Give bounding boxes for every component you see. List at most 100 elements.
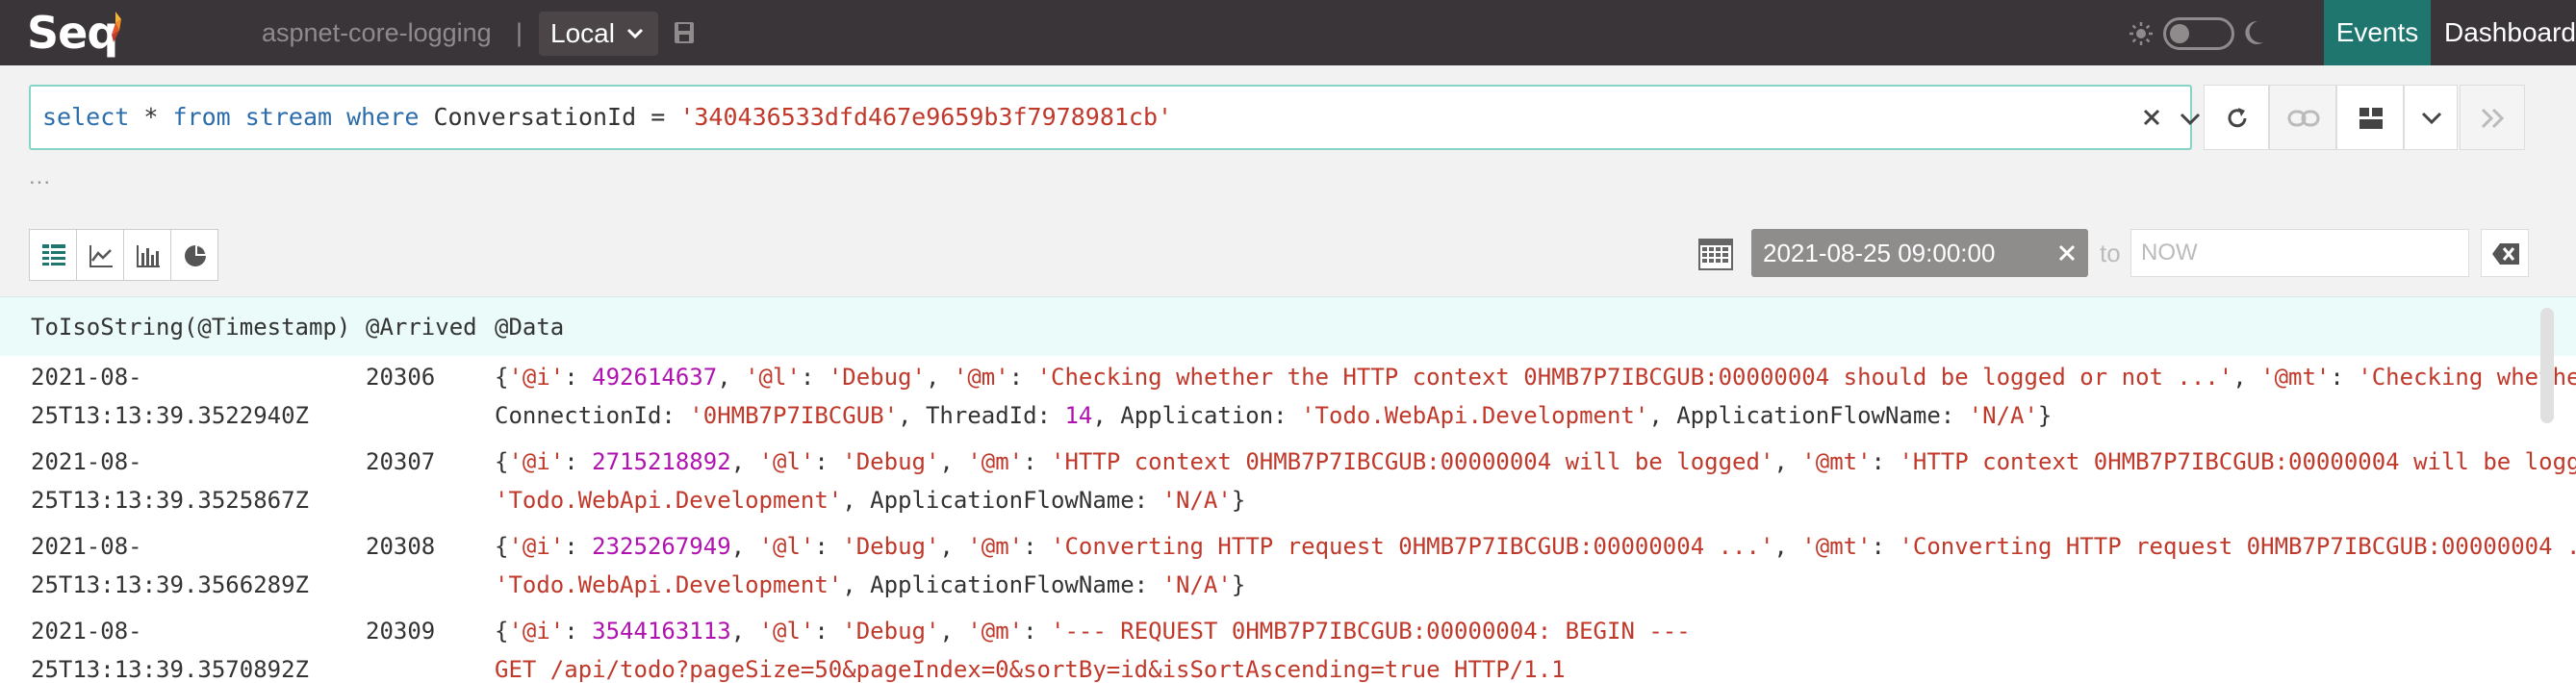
chevron-down-icon[interactable] bbox=[2179, 108, 2202, 129]
data-token: 'HTTP context 0HMB7P7IBCGUB:00000004 wil… bbox=[1051, 448, 1774, 475]
timestamp-line: 2021-08- bbox=[31, 448, 142, 475]
query-token: where bbox=[346, 103, 420, 131]
arrived-cell: 20307 bbox=[366, 448, 436, 475]
data-line: GET /api/todo?pageSize=50&pageIndex=0&so… bbox=[495, 650, 1691, 683]
save-icon[interactable] bbox=[674, 21, 695, 44]
data-token: , ApplicationFlowName: bbox=[842, 487, 1162, 514]
data-token: 'Converting HTTP request 0HMB7P7IBCGUB:0… bbox=[1899, 533, 2576, 560]
column-header-timestamp[interactable]: ToIsoString(@Timestamp) bbox=[31, 297, 350, 357]
data-cell: {'@i': 492614637, '@l': 'Debug', '@m': '… bbox=[495, 358, 2576, 435]
data-token: GET /api/todo?pageSize=50&pageIndex=0&so… bbox=[495, 656, 1566, 683]
data-token: : bbox=[564, 618, 593, 645]
link-icon bbox=[2287, 110, 2320, 127]
query-token bbox=[231, 103, 245, 131]
query-text: select * from stream where ConversationI… bbox=[42, 87, 1172, 148]
table-row[interactable]: 2021-08- 25T13:13:39.3566289Z 20308 {'@i': … bbox=[0, 525, 2576, 610]
results-header: ToIsoString(@Timestamp) @Arrived @Data bbox=[0, 296, 2576, 356]
layout-button[interactable] bbox=[2336, 85, 2404, 150]
data-token: 'Debug' bbox=[842, 533, 940, 560]
data-token: } bbox=[1231, 487, 1246, 514]
column-header-arrived[interactable]: @Arrived bbox=[366, 297, 477, 357]
data-token: { bbox=[495, 448, 509, 475]
table-row[interactable]: 2021-08- 25T13:13:39.3570892Z 20309 {'@i': … bbox=[0, 610, 2576, 683]
data-token: 'Todo.WebApi.Development' bbox=[495, 487, 843, 514]
data-token: 2325267949 bbox=[592, 533, 731, 560]
environment-select[interactable]: Local bbox=[539, 12, 658, 56]
date-to-label: to bbox=[2100, 239, 2121, 267]
data-token: , bbox=[939, 618, 968, 645]
double-chevron-right-icon bbox=[2481, 108, 2505, 129]
search-input[interactable]: select * from stream where ConversationI… bbox=[29, 85, 2201, 150]
view-bar-chart-button[interactable] bbox=[123, 229, 171, 281]
data-token: : bbox=[1023, 618, 1052, 645]
data-token: , bbox=[925, 364, 954, 391]
data-token: : bbox=[564, 364, 593, 391]
timestamp-line: 2021-08- bbox=[31, 364, 142, 391]
data-token: , bbox=[1773, 448, 1802, 475]
table-icon bbox=[42, 244, 65, 266]
timestamp-cell: 2021-08- 25T13:13:39.3566289Z bbox=[31, 527, 358, 604]
data-token: 'Todo.WebApi.Development' bbox=[495, 571, 843, 598]
view-table-button[interactable] bbox=[29, 229, 77, 281]
data-token: '0HMB7P7IBCGUB' bbox=[689, 402, 899, 429]
pie-chart-icon bbox=[185, 245, 206, 266]
data-token: 492614637 bbox=[592, 364, 718, 391]
data-token: '@i' bbox=[508, 448, 565, 475]
table-row[interactable]: 2021-08- 25T13:13:39.3522940Z 20306 {'@i': … bbox=[0, 356, 2576, 441]
data-token: : bbox=[1871, 448, 1900, 475]
expand-panel-button[interactable] bbox=[2460, 85, 2525, 150]
nav-dashboards[interactable]: Dashboards bbox=[2444, 0, 2576, 65]
timestamp-line: 25T13:13:39.3525867Z bbox=[31, 487, 309, 514]
data-token: 'N/A' bbox=[1161, 487, 1232, 514]
clear-query-icon[interactable] bbox=[2140, 106, 2163, 129]
data-token: '--- REQUEST 0HMB7P7IBCGUB:00000004: BEG… bbox=[1051, 618, 1691, 645]
layout-options-button[interactable] bbox=[2404, 85, 2458, 150]
scrollbar[interactable] bbox=[2540, 308, 2554, 423]
data-token: 'Debug' bbox=[842, 618, 940, 645]
arrived-cell: 20306 bbox=[366, 364, 436, 391]
table-row[interactable]: 2021-08- 25T13:13:39.3525867Z 20307 {'@i': … bbox=[0, 441, 2576, 525]
date-to-input[interactable] bbox=[2141, 230, 2459, 276]
data-token: , bbox=[717, 364, 746, 391]
view-mode-toolbar bbox=[29, 229, 218, 281]
data-token: 'Debug' bbox=[842, 448, 940, 475]
data-token: : bbox=[814, 618, 843, 645]
chevron-down-icon bbox=[626, 28, 643, 39]
calendar-icon[interactable] bbox=[1697, 237, 1734, 271]
query-token: * bbox=[129, 103, 173, 131]
timestamp-line: 25T13:13:39.3522940Z bbox=[31, 402, 309, 429]
refresh-button[interactable] bbox=[2204, 85, 2269, 150]
data-line: {'@i': 492614637, '@l': 'Debug', '@m': '… bbox=[495, 358, 2576, 396]
column-header-data[interactable]: @Data bbox=[495, 297, 564, 357]
data-token: , bbox=[2232, 364, 2261, 391]
theme-toggle[interactable] bbox=[2163, 17, 2234, 50]
data-token: , bbox=[730, 618, 759, 645]
close-icon[interactable] bbox=[2057, 243, 2077, 263]
data-token: : bbox=[2330, 364, 2359, 391]
data-line: ConnectionId: '0HMB7P7IBCGUB', ThreadId:… bbox=[495, 396, 2576, 435]
data-token: , bbox=[730, 448, 759, 475]
query-token: from bbox=[172, 103, 231, 131]
data-token: , bbox=[1773, 533, 1802, 560]
data-token: '@m' bbox=[953, 364, 1009, 391]
clear-date-button[interactable] bbox=[2481, 229, 2529, 277]
flame-icon bbox=[112, 12, 121, 42]
date-from-field[interactable]: 2021-08-25 09:00:00 bbox=[1751, 229, 2088, 277]
data-token: : bbox=[1023, 533, 1052, 560]
view-pie-chart-button[interactable] bbox=[170, 229, 218, 281]
data-token: '@i' bbox=[508, 533, 565, 560]
nav-events[interactable]: Events bbox=[2324, 0, 2431, 65]
data-token: '@l' bbox=[758, 533, 815, 560]
layout-icon bbox=[2359, 108, 2383, 129]
query-ellipsis[interactable]: ... bbox=[29, 164, 51, 190]
data-token: : bbox=[814, 533, 843, 560]
data-cell: {'@i': 3544163113, '@l': 'Debug', '@m': … bbox=[495, 612, 1691, 683]
view-line-chart-button[interactable] bbox=[76, 229, 124, 281]
data-token: , ApplicationFlowName: bbox=[842, 571, 1162, 598]
data-token: : bbox=[800, 364, 829, 391]
data-token: '@i' bbox=[508, 364, 565, 391]
date-to-field[interactable] bbox=[2130, 229, 2469, 277]
data-token: 'Converting HTTP request 0HMB7P7IBCGUB:0… bbox=[1051, 533, 1774, 560]
link-button[interactable] bbox=[2269, 85, 2336, 150]
data-cell: {'@i': 2325267949, '@l': 'Debug', '@m': … bbox=[495, 527, 2576, 604]
